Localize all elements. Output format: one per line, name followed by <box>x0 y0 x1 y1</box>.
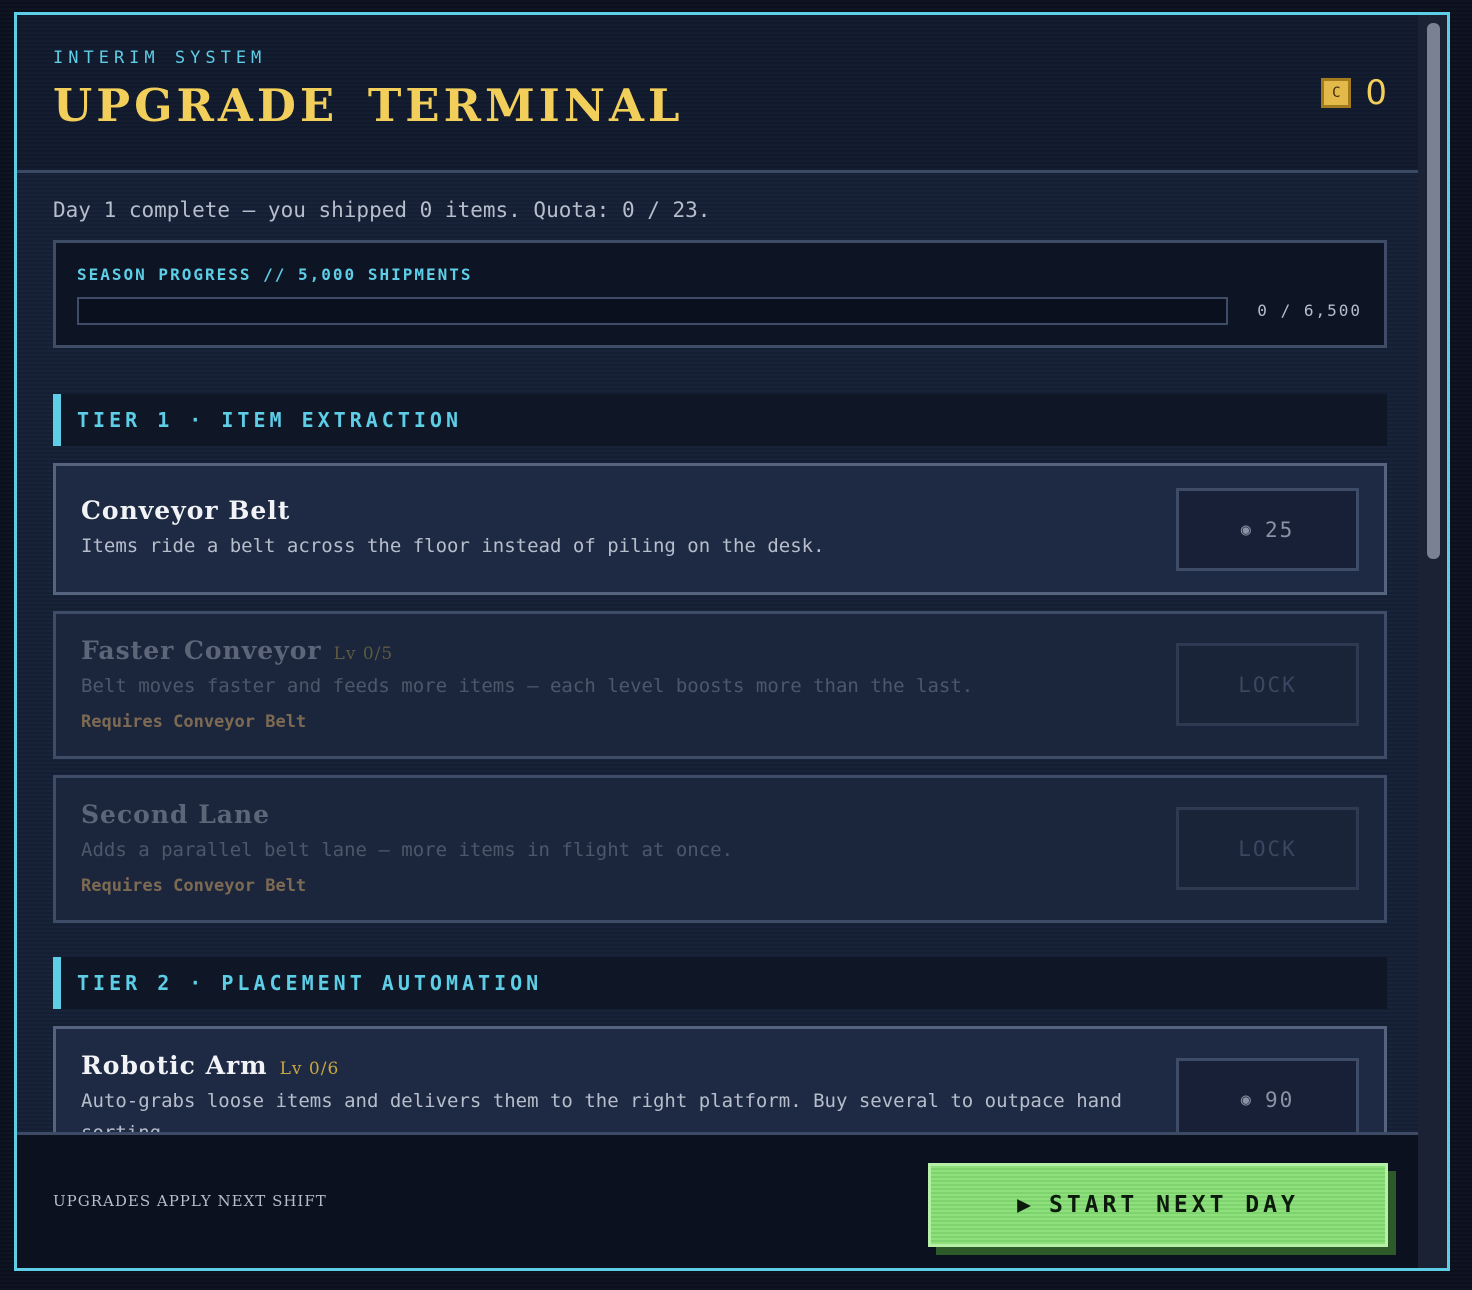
day-summary: Day 1 complete — you shipped 0 items. Qu… <box>53 198 711 222</box>
scrollbar[interactable] <box>1418 15 1447 1268</box>
play-icon: ▶ <box>1017 1192 1035 1218</box>
upgrade-card-conveyor-belt: Conveyor Belt Items ride a belt across t… <box>53 463 1387 595</box>
upgrade-name-text: Conveyor Belt <box>81 496 291 525</box>
tier-label: TIER 2 · PLACEMENT AUTOMATION <box>77 971 543 995</box>
lock-button-second-lane[interactable]: LOCK <box>1176 807 1359 890</box>
upgrade-card-robotic-arm: Robotic Arm Lv 0/6 Auto-grabs loose items… <box>53 1026 1387 1132</box>
lock-label: LOCK <box>1238 836 1297 861</box>
upgrade-description: Auto-grabs loose items and delivers them… <box>81 1090 1122 1132</box>
season-progress-count: 0 / 6,500 <box>1257 301 1362 320</box>
lock-label: LOCK <box>1238 672 1297 697</box>
coin-count: 0 <box>1365 73 1387 113</box>
tier-header-2: TIER 2 · PLACEMENT AUTOMATION <box>53 957 1387 1009</box>
buy-button-conveyor-belt[interactable]: ◉ 25 <box>1176 488 1359 571</box>
upgrade-requirement: Requires Conveyor Belt <box>81 876 307 896</box>
upgrade-level: Lv 0/5 <box>333 644 394 664</box>
upgrade-name-text: Robotic Arm <box>81 1051 268 1080</box>
upgrade-name-text: Faster Conveyor <box>81 636 322 665</box>
season-progress-panel: SEASON PROGRESS // 5,000 SHIPMENTS 0 / 6… <box>53 240 1387 348</box>
upgrade-list-scroll-area[interactable]: INTERIM SYSTEM UPGRADE TERMINAL C 0 Day … <box>17 15 1421 1132</box>
coin-icon: C <box>1321 78 1352 108</box>
tier-label: TIER 1 · ITEM EXTRACTION <box>77 408 462 432</box>
upgrade-terminal-modal: INTERIM SYSTEM UPGRADE TERMINAL C 0 Day … <box>14 12 1450 1271</box>
season-progress-label: SEASON PROGRESS // 5,000 SHIPMENTS <box>77 265 473 284</box>
upgrade-name-text: Second Lane <box>81 800 271 829</box>
upgrade-level: Lv 0/6 <box>279 1059 340 1079</box>
upgrade-name: Conveyor Belt <box>81 496 290 525</box>
terminal-footer: UPGRADES APPLY NEXT SHIFT ▶ START NEXT D… <box>17 1132 1421 1268</box>
upgrade-name: Robotic Arm Lv 0/6 <box>81 1051 339 1080</box>
start-next-day-button[interactable]: ▶ START NEXT DAY <box>928 1163 1388 1247</box>
header-eyebrow: INTERIM SYSTEM <box>53 48 267 68</box>
coin-icon: ◉ <box>1240 519 1253 540</box>
upgrade-description: Adds a parallel belt lane — more items i… <box>81 839 734 861</box>
upgrade-description: Items ride a belt across the floor inste… <box>81 535 825 557</box>
upgrade-name: Faster Conveyor Lv 0/5 <box>81 636 393 665</box>
buy-button-robotic-arm[interactable]: ◉ 90 <box>1176 1058 1359 1132</box>
scrollbar-thumb[interactable] <box>1427 23 1440 559</box>
season-progress-bar <box>77 297 1228 325</box>
upgrade-card-faster-conveyor: Faster Conveyor Lv 0/5 Belt moves faster … <box>53 611 1387 759</box>
start-next-day-label: START NEXT DAY <box>1048 1192 1299 1218</box>
page-title: UPGRADE TERMINAL <box>53 79 684 132</box>
upgrade-name: Second Lane <box>81 800 270 829</box>
upgrade-requirement: Requires Conveyor Belt <box>81 712 307 732</box>
price-label: 90 <box>1264 1087 1295 1112</box>
lock-button-faster-conveyor[interactable]: LOCK <box>1176 643 1359 726</box>
terminal-header: INTERIM SYSTEM UPGRADE TERMINAL C 0 <box>17 15 1421 173</box>
coin-balance: C 0 <box>1321 73 1387 113</box>
upgrade-card-second-lane: Second Lane Adds a parallel belt lane — … <box>53 775 1387 923</box>
price-label: 25 <box>1264 517 1295 542</box>
footer-note: UPGRADES APPLY NEXT SHIFT <box>53 1192 327 1210</box>
tier-header-1: TIER 1 · ITEM EXTRACTION <box>53 394 1387 446</box>
coin-icon: ◉ <box>1240 1089 1253 1110</box>
upgrade-description: Belt moves faster and feeds more items —… <box>81 675 974 697</box>
